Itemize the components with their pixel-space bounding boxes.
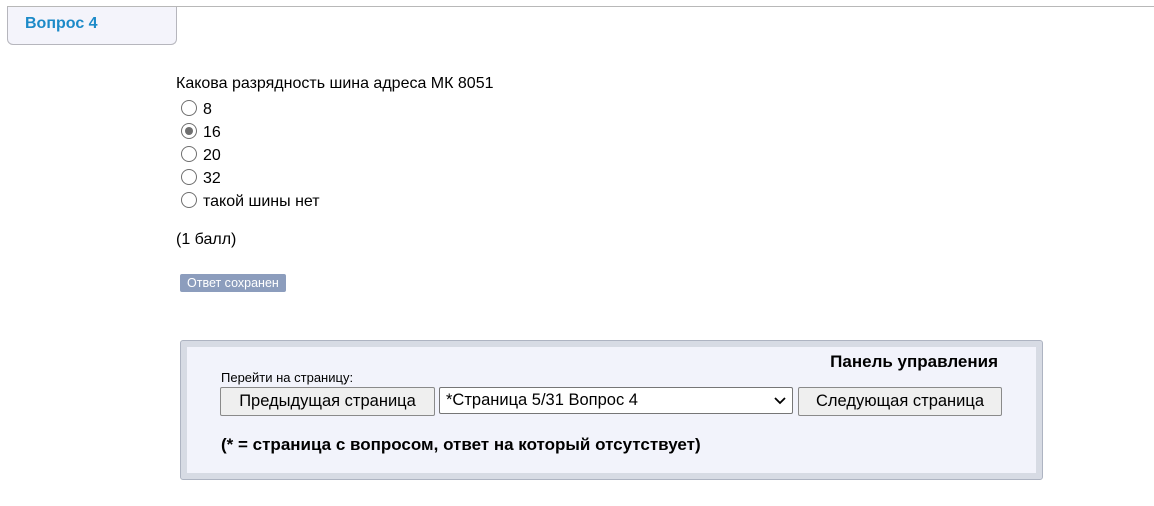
answer-option-label[interactable]: такой шины нет bbox=[203, 193, 320, 211]
answer-option[interactable]: 32 bbox=[181, 165, 320, 188]
answer-option[interactable]: 8 bbox=[181, 96, 320, 119]
answer-saved-badge: Ответ сохранен bbox=[180, 274, 286, 292]
answer-option[interactable]: такой шины нет bbox=[181, 188, 320, 211]
next-page-button[interactable]: Следующая страница bbox=[798, 387, 1002, 416]
goto-page-label: Перейти на страницу: bbox=[221, 370, 354, 385]
test-page: Вопрос 4 Какова разрядность шина адреса … bbox=[0, 0, 1154, 506]
control-panel: Панель управления Перейти на страницу: П… bbox=[180, 340, 1043, 480]
control-panel-body: Панель управления Перейти на страницу: П… bbox=[187, 347, 1036, 473]
panel-title: Панель управления bbox=[830, 352, 998, 371]
radio-button[interactable] bbox=[181, 122, 197, 139]
radio-button[interactable] bbox=[181, 191, 197, 208]
question-tab-label: Вопрос 4 bbox=[25, 15, 98, 32]
radio-button[interactable] bbox=[181, 99, 197, 116]
question-tab: Вопрос 4 bbox=[7, 7, 177, 45]
radio-button[interactable] bbox=[181, 145, 197, 162]
question-points: (1 балл) bbox=[176, 231, 237, 248]
page-select-value: *Страница 5/31 Вопрос 4 bbox=[446, 391, 638, 409]
unanswered-legend-note: (* = страница с вопросом, ответ на котор… bbox=[221, 435, 701, 454]
answer-options: 8 16 20 32 такой шины нет bbox=[181, 96, 320, 211]
answer-option-label[interactable]: 32 bbox=[203, 170, 221, 188]
previous-page-button[interactable]: Предыдущая страница bbox=[220, 387, 435, 416]
page-select[interactable]: *Страница 5/31 Вопрос 4 bbox=[439, 387, 793, 414]
answer-option-label[interactable]: 16 bbox=[203, 124, 221, 142]
answer-option-label[interactable]: 8 bbox=[203, 101, 212, 119]
answer-option-label[interactable]: 20 bbox=[203, 147, 221, 165]
answer-option[interactable]: 16 bbox=[181, 119, 320, 142]
top-divider bbox=[7, 6, 1154, 7]
answer-option[interactable]: 20 bbox=[181, 142, 320, 165]
question-text: Какова разрядность шина адреса МК 8051 bbox=[176, 75, 494, 92]
radio-button[interactable] bbox=[181, 168, 197, 185]
chevron-down-icon bbox=[774, 397, 786, 405]
